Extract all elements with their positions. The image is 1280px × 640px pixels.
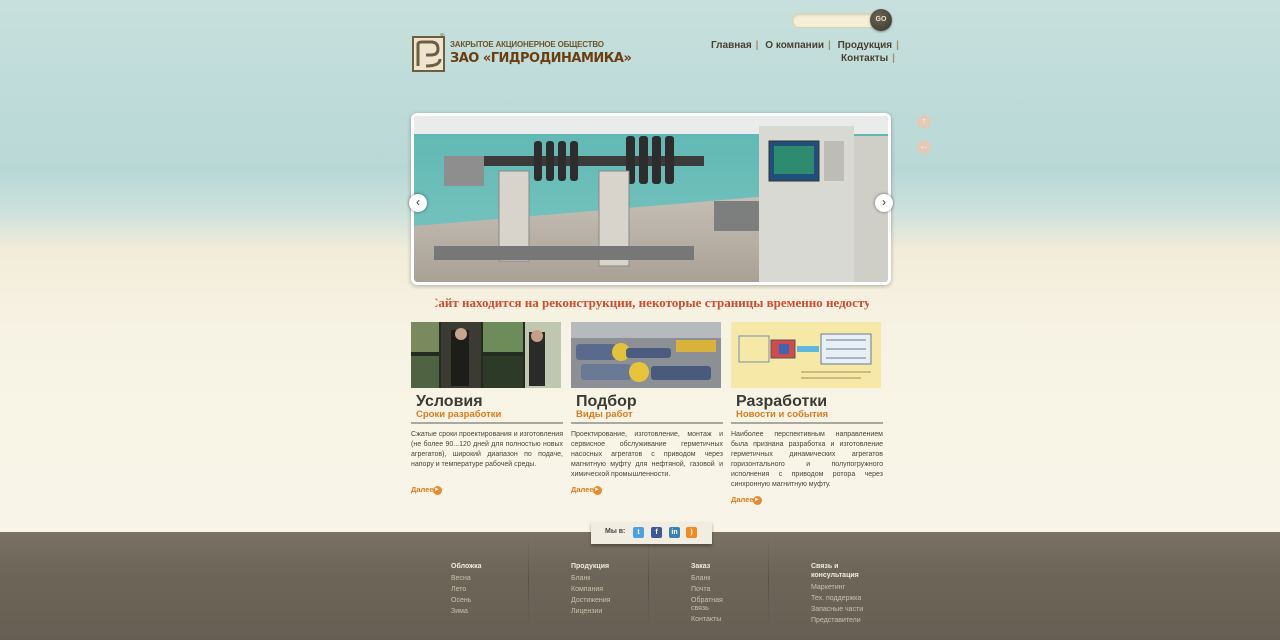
feature-image[interactable]	[411, 322, 561, 388]
more-label: Далее	[731, 495, 754, 504]
nav-separator: |	[892, 53, 895, 64]
feature-text: Проектирование, изготовление, монтаж и с…	[571, 431, 723, 478]
footer-link[interactable]: Контакты	[691, 616, 736, 624]
rss-icon[interactable]: )	[686, 527, 697, 538]
nav-separator: |	[896, 40, 899, 51]
footer-divider	[528, 536, 529, 626]
more-label: Далее	[571, 485, 594, 494]
social-label: Мы в:	[605, 528, 626, 535]
nav-item-contacts[interactable]: Контакты	[841, 53, 888, 64]
footer-link[interactable]: Лето	[451, 586, 521, 594]
divider	[571, 422, 723, 424]
footer-column-products: Продукция Бланк Компания Достижения Лице…	[571, 562, 641, 616]
footer-divider	[768, 536, 769, 626]
footer-link[interactable]: Весна	[451, 575, 521, 583]
announcement-text: Сайт находится на реконструкции, некотор…	[435, 295, 869, 310]
footer-link[interactable]: Достижения	[571, 597, 641, 605]
more-link[interactable]: Далее►	[571, 485, 602, 495]
slider-next-button[interactable]: ›	[875, 194, 893, 212]
footer-column-order: Заказ Бланк Почта Обратная связь Контакт…	[691, 562, 736, 624]
footer-link[interactable]: Компания	[571, 586, 641, 594]
feature-subtitle: Сроки разработки	[416, 409, 502, 420]
main-nav-row2: Контакты |	[841, 53, 899, 64]
feature-subtitle: Виды работ	[576, 409, 633, 420]
logo-mark-icon	[412, 36, 445, 72]
footer-column-cover: Обложка Весна Лето Осень Зима	[451, 562, 521, 616]
search-input[interactable]	[792, 13, 874, 28]
arrow-right-icon: ►	[592, 485, 602, 495]
nav-item-products[interactable]: Продукция	[838, 40, 892, 51]
footer-link[interactable]: Маркетинг	[811, 584, 866, 592]
twitter-icon[interactable]: t	[633, 527, 644, 538]
nav-separator: |	[755, 40, 759, 51]
footer-link[interactable]: Зима	[451, 608, 521, 616]
slider-image	[414, 116, 888, 282]
feature-subtitle: Новости и события	[736, 409, 829, 420]
linkedin-icon[interactable]: in	[669, 527, 680, 538]
divider	[411, 422, 563, 424]
image-slider: ‹ ›	[409, 113, 893, 285]
footer-link[interactable]: Обратная связь	[691, 597, 736, 613]
search-go-button[interactable]: GO	[870, 9, 892, 31]
nav-item-home[interactable]: Главная	[711, 40, 752, 51]
more-label: Далее	[411, 485, 434, 494]
nav-item-about[interactable]: О компании	[765, 40, 824, 51]
footer-heading: Обложка	[451, 563, 482, 570]
footer-link[interactable]: Представители	[811, 617, 866, 625]
facebook-icon[interactable]: f	[651, 527, 662, 538]
arrow-right-icon: ►	[752, 495, 762, 505]
slider-prev-button[interactable]: ‹	[409, 194, 427, 212]
announcement-marquee: Сайт находится на реконструкции, некотор…	[435, 295, 869, 311]
scroll-up-button[interactable]: ↑	[917, 115, 931, 129]
feature-image[interactable]	[731, 322, 881, 388]
footer-heading: Заказ	[691, 563, 711, 570]
more-link[interactable]: Далее►	[411, 485, 442, 495]
feature-text: Сжатые сроки проектирования и изготовлен…	[411, 431, 563, 468]
logo-subtitle: ЗАКРЫТОЕ АКЦИОНЕРНОЕ ОБЩЕСТВО	[450, 40, 604, 49]
more-link[interactable]: Далее►	[731, 495, 762, 505]
footer-link[interactable]: Тех. поддержка	[811, 595, 866, 603]
main-nav: Главная | О компании | Продукция |	[711, 40, 903, 51]
arrow-right-icon: ►	[432, 485, 442, 495]
footer-link[interactable]: Лицензии	[571, 608, 641, 616]
company-logo[interactable]: ® ЗАКРЫТОЕ АКЦИОНЕРНОЕ ОБЩЕСТВО ЗАО «ГИД…	[412, 34, 632, 76]
footer-link[interactable]: Запасные части	[811, 606, 866, 614]
footer: Обложка Весна Лето Осень Зима Продукция …	[0, 532, 1280, 640]
feature-image[interactable]	[571, 322, 721, 388]
footer-divider	[648, 536, 649, 626]
footer-link[interactable]: Осень	[451, 597, 521, 605]
footer-heading: Связь и консультация	[811, 563, 859, 579]
nav-separator: |	[828, 40, 831, 51]
divider	[731, 422, 883, 424]
social-bar: Мы в: t f in )	[591, 522, 712, 544]
back-button[interactable]: ←	[917, 140, 931, 154]
footer-link[interactable]: Бланк	[691, 575, 736, 583]
registered-mark: ®	[440, 34, 445, 40]
footer-link[interactable]: Почта	[691, 586, 736, 594]
feature-text: Наиболее перспективным направлением была…	[731, 431, 883, 488]
logo-title: ЗАО «ГИДРОДИНАМИКА»	[450, 51, 632, 66]
footer-link[interactable]: Бланк	[571, 575, 641, 583]
footer-column-contact: Связь и консультация Маркетинг Тех. подд…	[811, 562, 866, 625]
footer-heading: Продукция	[571, 563, 610, 570]
